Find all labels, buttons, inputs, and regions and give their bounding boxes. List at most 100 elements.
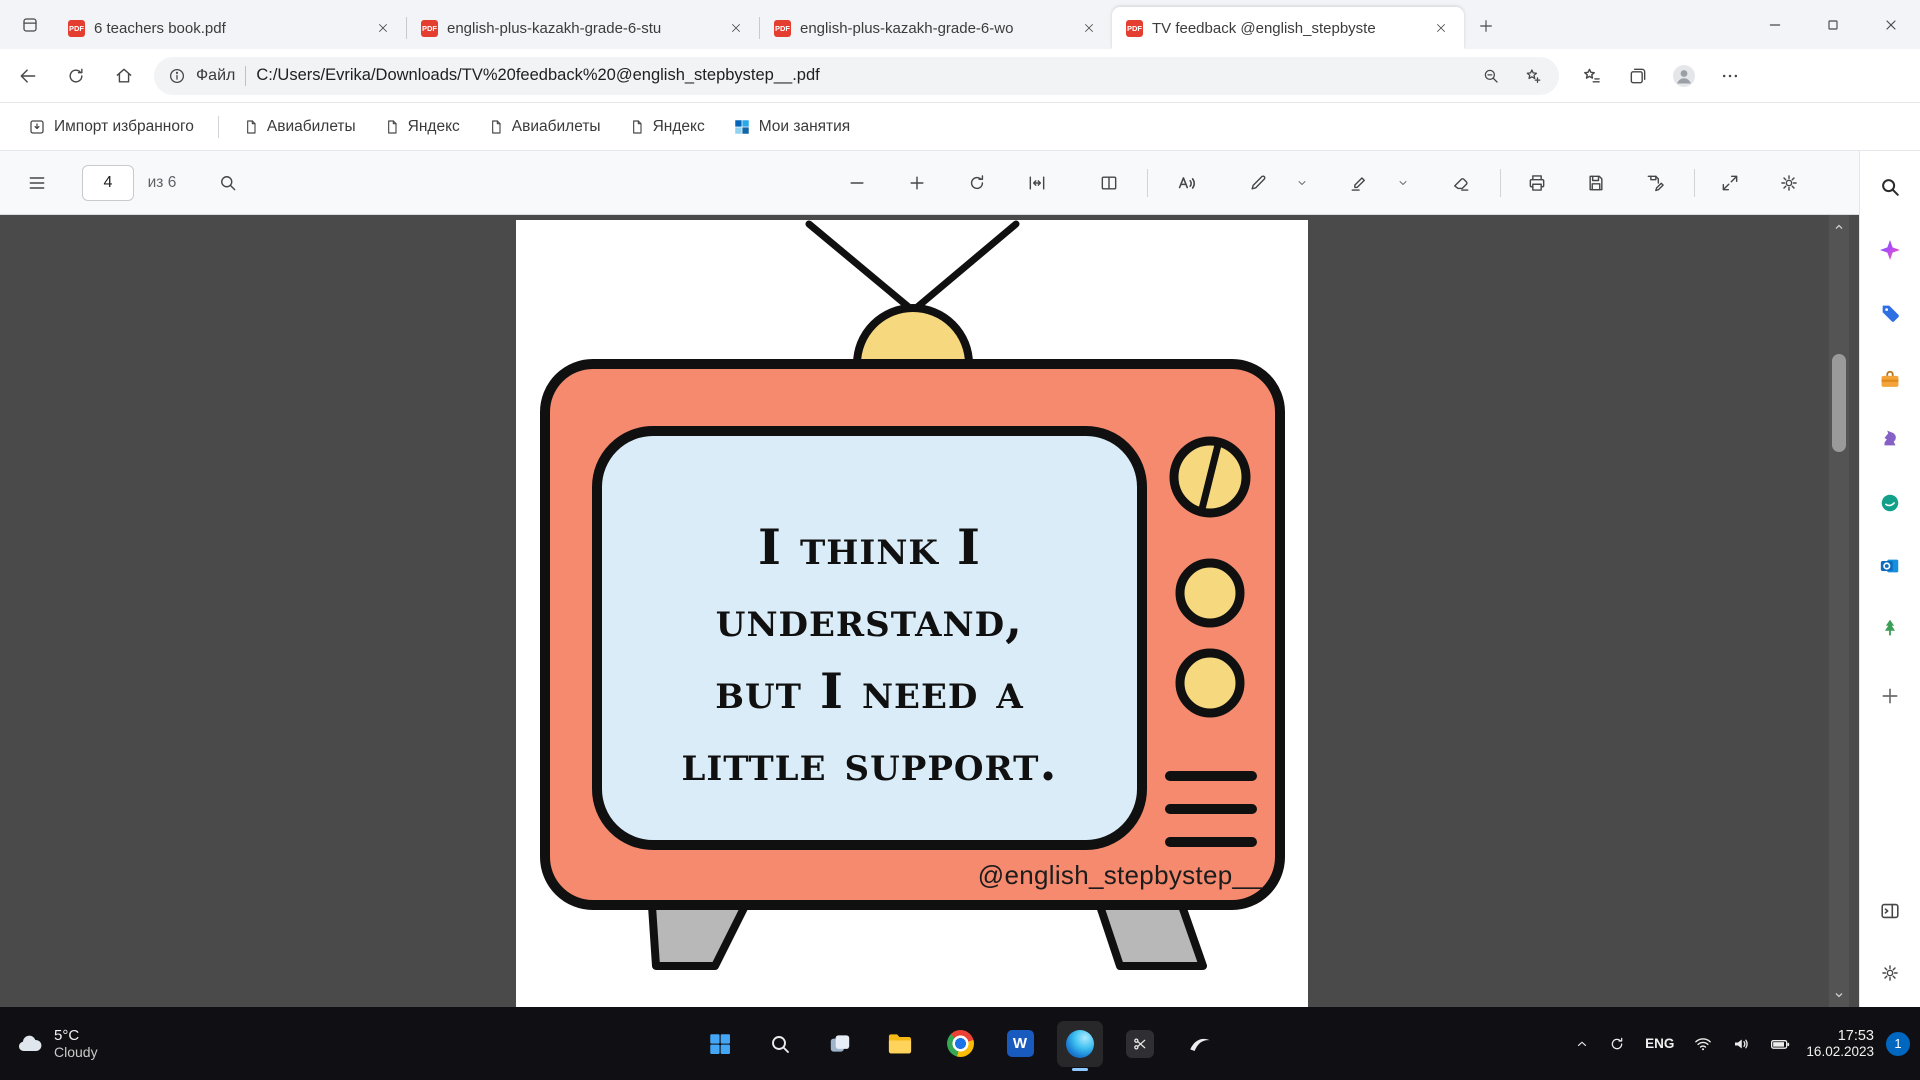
chrome-button[interactable] xyxy=(937,1021,983,1067)
scrollbar-thumb[interactable] xyxy=(1832,354,1846,452)
edge-icon xyxy=(1066,1030,1094,1058)
language-indicator[interactable]: ENG xyxy=(1641,1032,1678,1055)
url-scheme-label: Файл xyxy=(196,67,235,85)
file-explorer-button[interactable] xyxy=(877,1021,923,1067)
volume-button[interactable] xyxy=(1728,1031,1754,1057)
sidebar-copilot-button[interactable] xyxy=(1869,229,1911,271)
bookmark-aviabilety-1[interactable]: Авиабилеты xyxy=(233,110,366,144)
taskbar-search-button[interactable] xyxy=(757,1021,803,1067)
scroll-down-button[interactable] xyxy=(1829,985,1849,1005)
highlighter-icon xyxy=(1349,173,1369,193)
zoom-in-button[interactable] xyxy=(897,163,937,203)
zoom-out-button[interactable] xyxy=(837,163,877,203)
plus-icon xyxy=(1478,18,1494,34)
wifi-button[interactable] xyxy=(1690,1031,1716,1057)
sidebar-add-button[interactable] xyxy=(1869,675,1911,717)
sidebar-m365-button[interactable] xyxy=(1869,482,1911,524)
sidebar-tools-button[interactable] xyxy=(1869,359,1911,401)
draw-pen-dropdown[interactable] xyxy=(1290,163,1314,203)
star-plus-icon xyxy=(1524,67,1542,85)
sidebar-games-button[interactable] xyxy=(1869,417,1911,459)
battery-button[interactable] xyxy=(1766,1030,1794,1058)
tree-icon xyxy=(1879,617,1901,639)
sidebar-outlook-button[interactable] xyxy=(1869,545,1911,587)
add-favorite-button[interactable] xyxy=(1517,60,1549,92)
highlighter-button[interactable] xyxy=(1342,163,1376,203)
profile-avatar[interactable] xyxy=(1665,57,1703,95)
scroll-up-button[interactable] xyxy=(1829,217,1849,237)
tab-actions-menu-button[interactable] xyxy=(10,5,50,45)
tab-close-button[interactable] xyxy=(1076,15,1102,41)
bookmark-moi-zanyatiya[interactable]: Мои занятия xyxy=(723,110,861,144)
sidebar-panel-toggle-button[interactable] xyxy=(1869,890,1911,932)
sidebar-shopping-button[interactable] xyxy=(1869,292,1911,334)
settings-menu-button[interactable] xyxy=(1711,57,1749,95)
pdf-file-icon: PDF xyxy=(421,20,438,37)
sidebar-search-button[interactable] xyxy=(1869,166,1911,208)
edge-button-active[interactable] xyxy=(1057,1021,1103,1067)
tray-overflow-button[interactable] xyxy=(1571,1033,1593,1055)
page-icon xyxy=(243,119,259,135)
tab-close-button[interactable] xyxy=(1428,15,1454,41)
word-button[interactable]: W xyxy=(997,1021,1043,1067)
collections-button[interactable] xyxy=(1619,57,1657,95)
copilot-sparkle-icon xyxy=(1878,238,1902,262)
tab-title: english-plus-kazakh-grade-6-stu xyxy=(447,20,714,37)
read-aloud-button[interactable] xyxy=(1166,163,1206,203)
rotate-button[interactable] xyxy=(957,163,997,203)
page-view-button[interactable] xyxy=(1089,163,1129,203)
new-tab-button[interactable] xyxy=(1468,8,1504,44)
sidebar-tree-button[interactable] xyxy=(1869,607,1911,649)
page-number-input[interactable] xyxy=(82,165,134,201)
tab-close-button[interactable] xyxy=(723,15,749,41)
home-button[interactable] xyxy=(104,56,144,96)
start-button[interactable] xyxy=(697,1021,743,1067)
pdf-scrollbar[interactable] xyxy=(1829,215,1849,1007)
pinned-app-button[interactable] xyxy=(1177,1021,1223,1067)
address-bar[interactable]: Файл C:/Users/Evrika/Downloads/TV%20feed… xyxy=(154,57,1559,95)
tray-sync-button[interactable] xyxy=(1605,1032,1629,1056)
sync-icon xyxy=(1609,1036,1625,1052)
tab-student-book[interactable]: PDF english-plus-kazakh-grade-6-stu xyxy=(407,7,759,49)
pdf-search-button[interactable] xyxy=(208,163,248,203)
zoom-page-button[interactable] xyxy=(1475,60,1507,92)
save-as-button[interactable] xyxy=(1635,163,1675,203)
toc-button[interactable] xyxy=(17,163,57,203)
bookmark-import-favorites[interactable]: Импорт избранного xyxy=(18,110,204,144)
fit-width-button[interactable] xyxy=(1017,163,1057,203)
sidebar-settings-button[interactable] xyxy=(1869,952,1911,994)
tab-close-button[interactable] xyxy=(370,15,396,41)
fullscreen-button[interactable] xyxy=(1710,163,1750,203)
chevron-up-icon xyxy=(1575,1037,1589,1051)
weather-widget[interactable]: 5°C Cloudy xyxy=(0,1007,114,1080)
back-button[interactable] xyxy=(8,56,48,96)
draw-pen-button[interactable] xyxy=(1241,163,1275,203)
notification-badge[interactable]: 1 xyxy=(1886,1032,1910,1056)
task-view-button[interactable] xyxy=(817,1021,863,1067)
tab-teachers-book[interactable]: PDF 6 teachers book.pdf xyxy=(54,7,406,49)
favorites-bar-button[interactable] xyxy=(1573,57,1611,95)
minimize-button[interactable] xyxy=(1746,0,1804,49)
highlighter-dropdown[interactable] xyxy=(1391,163,1415,203)
snipping-tool-button[interactable] xyxy=(1117,1021,1163,1067)
close-window-button[interactable] xyxy=(1862,0,1920,49)
wifi-icon xyxy=(1694,1035,1712,1053)
tab-workbook[interactable]: PDF english-plus-kazakh-grade-6-wo xyxy=(760,7,1112,49)
bookmarks-bar: Импорт избранного Авиабилеты Яндекс Авиа… xyxy=(0,104,1920,151)
pdf-settings-button[interactable] xyxy=(1769,163,1809,203)
printer-icon xyxy=(1527,173,1547,193)
info-icon[interactable] xyxy=(168,67,186,85)
bookmark-yandex-1[interactable]: Яндекс xyxy=(374,110,470,144)
clock-widget[interactable]: 17:53 16.02.2023 xyxy=(1806,1028,1874,1059)
bookmark-yandex-2[interactable]: Яндекс xyxy=(619,110,715,144)
back-arrow-icon xyxy=(18,66,38,86)
print-button[interactable] xyxy=(1517,163,1557,203)
pdf-viewport[interactable]: I think I understand, but I need a littl… xyxy=(0,215,1859,1007)
language-label: ENG xyxy=(1645,1036,1674,1051)
refresh-button[interactable] xyxy=(56,56,96,96)
tab-tv-feedback-active[interactable]: PDF TV feedback @english_stepbyste xyxy=(1112,7,1464,49)
maximize-button[interactable] xyxy=(1804,0,1862,49)
eraser-button[interactable] xyxy=(1441,163,1481,203)
bookmark-aviabilety-2[interactable]: Авиабилеты xyxy=(478,110,611,144)
save-button[interactable] xyxy=(1576,163,1616,203)
